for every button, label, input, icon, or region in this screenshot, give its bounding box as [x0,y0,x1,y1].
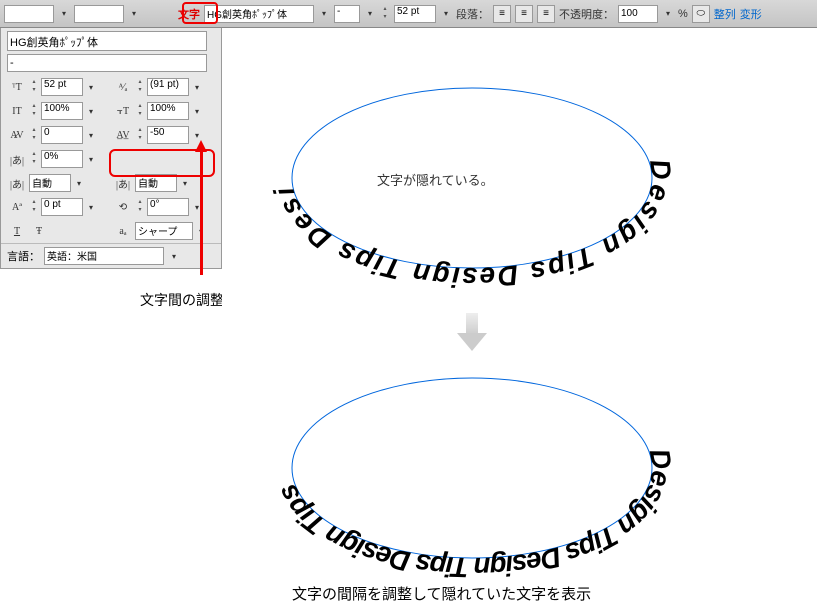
dropdown-icon[interactable] [662,6,674,22]
dropdown-icon[interactable] [168,250,180,262]
dropdown-icon[interactable] [85,129,97,141]
dropdown-icon[interactable] [191,105,203,117]
spinner[interactable]: ▴▾ [135,199,145,215]
dropdown-icon[interactable] [318,6,330,22]
dropdown-icon[interactable] [128,6,140,22]
opacity-label: 不透明度： [559,6,614,22]
leading-input[interactable]: (91 pt) [147,78,189,96]
font-size-input[interactable]: 52 pt [41,78,83,96]
auto-icon2: |あ| [113,175,133,191]
panel-font-style[interactable]: - [7,54,207,72]
opacity-unit: % [678,8,688,20]
baseline-input[interactable]: 0% [41,150,83,168]
dropdown-icon[interactable] [179,177,191,189]
leading-icon: ᴬ⁄ₐ [113,79,133,95]
link-icon[interactable]: ⬭ [692,5,710,23]
baseline-icon: |あ| [7,151,27,167]
dropdown-icon[interactable] [85,81,97,93]
character-panel: HG創英角ﾎﾟｯﾌﾟ体 - ᵀT ▴▾ 52 pt ᴬ⁄ₐ ▴▾ (91 pt)… [0,28,222,269]
aa-method[interactable]: シャープ [135,222,193,240]
spinner[interactable]: ▴▾ [29,151,39,167]
hscale-icon: ⫟T [113,103,133,119]
spinner[interactable]: ▴▾ [29,127,39,143]
language-select[interactable]: 英語：米国 [44,247,164,265]
spinner[interactable]: ▴▾ [29,199,39,215]
kerning-icon: A̷V [7,127,27,143]
vscale-icon: IT [7,103,27,119]
size-spinner[interactable]: ▴▾ [380,6,390,22]
align-center-icon[interactable]: ≡ [515,5,533,23]
dropdown-icon[interactable] [73,177,85,189]
align-left-icon[interactable]: ≡ [493,5,511,23]
spinner[interactable]: ▴▾ [135,79,145,95]
rotation-icon: ⟲ [113,199,133,215]
hidden-text-label: 文字が隠れている。 [377,170,494,189]
t-caps-icon: T [7,223,27,239]
canvas-area: Design Tips Design Tips Design Tips Desi… [222,28,817,605]
panel-font-family[interactable]: HG創英角ﾎﾟｯﾌﾟ体 [7,31,207,51]
auto-icon1: |あ| [7,175,27,191]
kerning-input[interactable]: 0 [41,126,83,144]
toolbar-left-select[interactable] [4,5,54,23]
aa-icon: aₐ [113,223,133,239]
auto-input1[interactable]: 自動 [29,174,71,192]
spinner[interactable]: ▴▾ [135,103,145,119]
dropdown-icon[interactable] [364,6,376,22]
curved-text-after: Design Tips Design Tips Design Tips Desi… [252,348,692,588]
t-strike-icon: Ŧ [29,223,49,239]
dropdown-icon[interactable] [85,201,97,213]
align-button[interactable]: 整列 [714,6,736,22]
transform-button[interactable]: 変形 [740,6,762,22]
svg-text:Design Tips Design Tips Design: Design Tips Design Tips Design Tips Desi… [241,33,678,293]
hscale-input[interactable]: 100% [147,102,189,120]
annotation-kerning: 文字間の調整 [140,290,224,310]
font-family-select[interactable]: HG創英角ﾎﾟｯﾌﾟ体 [204,5,314,23]
transition-arrow-icon [457,313,487,353]
font-style-select[interactable]: - [334,5,360,23]
shift-icon: Aª [7,199,27,215]
dropdown-icon[interactable] [85,153,97,165]
opacity-input[interactable] [618,5,658,23]
rotation-input[interactable]: 0° [147,198,189,216]
spinner[interactable]: ▴▾ [29,103,39,119]
dropdown-icon[interactable] [440,6,452,22]
tracking-input[interactable]: -50 [147,126,189,144]
spinner[interactable]: ▴▾ [135,127,145,143]
character-tab-label[interactable]: 文字 [178,6,200,22]
svg-text:Design Tips Design Tips Design: Design Tips Design Tips Design Tips Desi… [243,323,678,583]
font-size-select[interactable]: 52 pt [394,5,436,23]
dropdown-icon[interactable] [58,6,70,22]
top-toolbar: 文字 HG創英角ﾎﾟｯﾌﾟ体 - ▴▾ 52 pt 段落： ≡ ≡ ≡ 不透明度… [0,0,817,28]
dropdown-icon[interactable] [191,81,203,93]
dropdown-icon[interactable] [85,105,97,117]
vscale-input[interactable]: 100% [41,102,83,120]
align-right-icon[interactable]: ≡ [537,5,555,23]
auto-input2[interactable]: 自動 [135,174,177,192]
language-label: 言語： [7,248,40,264]
red-arrow [200,150,203,275]
tracking-icon: A̲V̲ [113,127,133,143]
annotation-result: 文字の間隔を調整して隠れていた文字を表示 [292,583,591,604]
shift-input[interactable]: 0 pt [41,198,83,216]
spinner[interactable]: ▴▾ [29,79,39,95]
toolbar-left-select2[interactable] [74,5,124,23]
font-size-icon: ᵀT [7,79,27,95]
paragraph-label: 段落： [456,6,489,22]
